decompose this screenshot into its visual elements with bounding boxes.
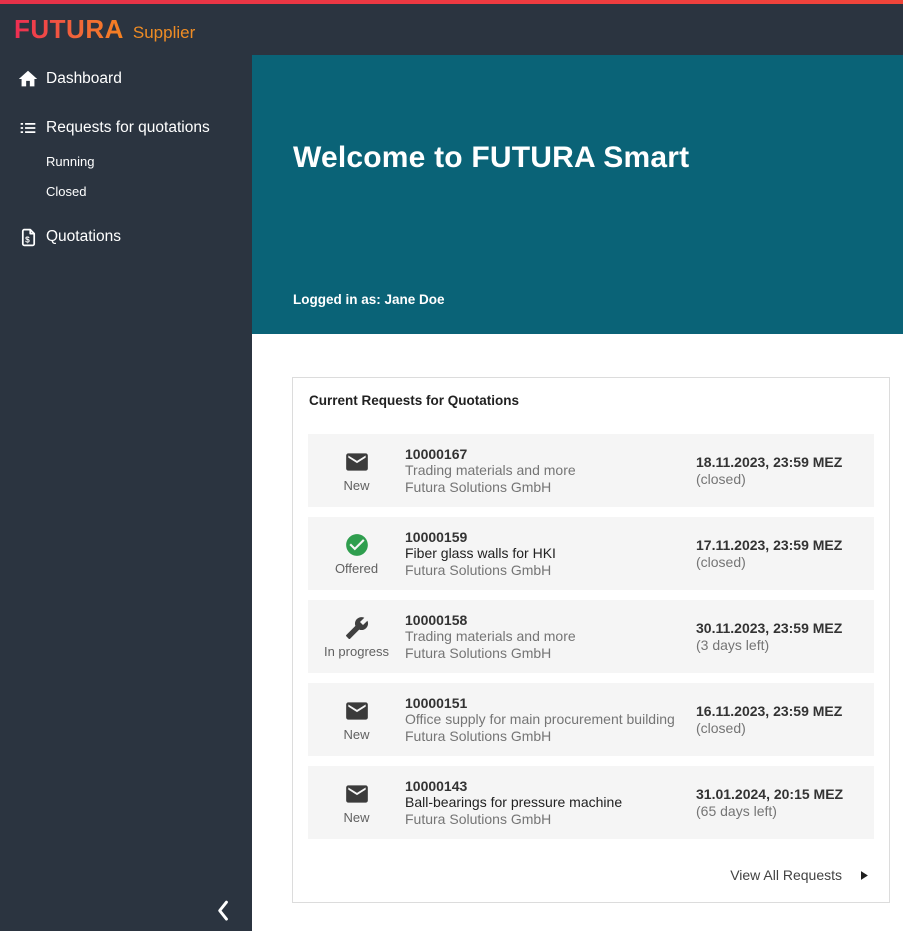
sidebar-item-quotations[interactable]: $ Quotations [0,224,252,250]
mail-icon [344,781,370,807]
sidebar-nav: Dashboard Requests for quotations Runnin… [0,55,252,250]
request-company: Futura Solutions GmbH [405,479,696,496]
home-icon [16,67,40,91]
request-row[interactable]: Offered 10000159 Fiber glass walls for H… [308,517,874,590]
sidebar-item-dashboard[interactable]: Dashboard [0,66,252,92]
request-row[interactable]: In progress 10000158 Trading materials a… [308,600,874,673]
request-row[interactable]: New 10000167 Trading materials and more … [308,434,874,507]
status-cell: Offered [308,532,405,576]
status-label: In progress [324,644,389,659]
request-deadline: 17.11.2023, 23:59 MEZ [696,537,859,554]
current-requests-card: Current Requests for Quotations New 1000… [292,377,890,903]
status-cell: New [308,698,405,742]
status-label: New [343,727,369,742]
request-remaining: (closed) [696,720,859,737]
request-deadline: 31.01.2024, 20:15 MEZ [696,786,859,803]
chevron-left-icon [209,896,236,926]
request-id: 10000143 [405,778,696,795]
sidebar-item-label: Requests for quotations [46,119,210,137]
request-deadline: 16.11.2023, 23:59 MEZ [696,703,859,720]
sidebar-subitem-running[interactable]: Running [0,150,252,172]
request-description: Trading materials and more [405,628,696,645]
request-row[interactable]: New 10000143 Ball-bearings for pressure … [308,766,874,839]
welcome-banner: Welcome to FUTURA Smart Logged in as: Ja… [252,55,903,334]
request-info: 10000159 Fiber glass walls for HKI Futur… [405,529,696,579]
sidebar-item-label: Quotations [46,228,121,246]
request-info: 10000151 Office supply for main procurem… [405,695,696,745]
sidebar-collapse-button[interactable] [207,896,237,926]
arrow-right-icon[interactable] [856,868,871,883]
request-deadline: 30.11.2023, 23:59 MEZ [696,620,859,637]
request-description: Trading materials and more [405,462,696,479]
request-id: 10000167 [405,446,696,463]
status-label: Offered [335,561,378,576]
app-header: FUTURA Supplier [0,4,903,55]
quotation-document-icon: $ [16,225,40,249]
view-all-requests-link[interactable]: View All Requests [730,867,842,883]
request-info: 10000167 Trading materials and more Futu… [405,446,696,496]
request-description: Ball-bearings for pressure machine [405,794,696,811]
sidebar-subitem-label: Closed [46,184,86,199]
deadline-cell: 30.11.2023, 23:59 MEZ (3 days left) [696,620,859,654]
request-remaining: (closed) [696,554,859,571]
status-cell: New [308,781,405,825]
deadline-cell: 16.11.2023, 23:59 MEZ (closed) [696,703,859,737]
banner-title: Welcome to FUTURA Smart [293,141,863,175]
request-remaining: (closed) [696,471,859,488]
wrench-icon [344,615,370,641]
request-description: Office supply for main procurement build… [405,711,696,728]
sidebar-subitem-closed[interactable]: Closed [0,180,252,202]
request-info: 10000143 Ball-bearings for pressure mach… [405,778,696,828]
card-title: Current Requests for Quotations [309,393,874,408]
request-info: 10000158 Trading materials and more Futu… [405,612,696,662]
request-description: Fiber glass walls for HKI [405,545,696,562]
request-company: Futura Solutions GmbH [405,811,696,828]
status-label: New [343,478,369,493]
deadline-cell: 18.11.2023, 23:59 MEZ (closed) [696,454,859,488]
request-row[interactable]: New 10000151 Office supply for main proc… [308,683,874,756]
sidebar-subitem-label: Running [46,154,94,169]
sidebar-item-label: Dashboard [46,70,122,88]
logged-in-text: Logged in as: Jane Doe [293,292,863,307]
request-company: Futura Solutions GmbH [405,645,696,662]
main-content: Welcome to FUTURA Smart Logged in as: Ja… [252,55,903,931]
request-id: 10000151 [405,695,696,712]
deadline-cell: 17.11.2023, 23:59 MEZ (closed) [696,537,859,571]
status-label: New [343,810,369,825]
request-deadline: 18.11.2023, 23:59 MEZ [696,454,859,471]
sidebar-item-requests-for-quotations[interactable]: Requests for quotations [0,115,252,141]
request-id: 10000158 [405,612,696,629]
request-remaining: (3 days left) [696,637,859,654]
brand-logo[interactable]: FUTURA Supplier [14,14,195,45]
mail-icon [344,449,370,475]
status-cell: New [308,449,405,493]
deadline-cell: 31.01.2024, 20:15 MEZ (65 days left) [696,786,859,820]
request-company: Futura Solutions GmbH [405,562,696,579]
check-circle-icon [344,532,370,558]
svg-text:$: $ [25,234,30,244]
card-footer: View All Requests [308,867,874,883]
status-cell: In progress [308,615,405,659]
sidebar: Dashboard Requests for quotations Runnin… [0,55,252,931]
list-icon [16,116,40,140]
request-id: 10000159 [405,529,696,546]
brand-name: FUTURA [14,14,124,45]
request-company: Futura Solutions GmbH [405,728,696,745]
mail-icon [344,698,370,724]
brand-product: Supplier [133,23,195,43]
request-remaining: (65 days left) [696,803,859,820]
